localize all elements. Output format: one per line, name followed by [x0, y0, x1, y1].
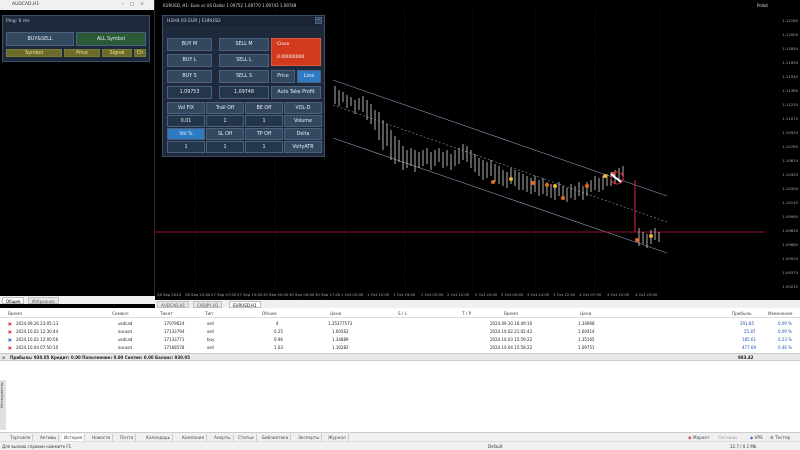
left-tabs: Общие Избранное — [0, 296, 155, 304]
tab-experts[interactable]: Эксперты — [296, 434, 323, 441]
ping-label: Ping: 0 ms — [6, 19, 30, 24]
deal-icon: ▣ — [8, 321, 12, 326]
market-button[interactable]: ◉ Маркет — [686, 434, 711, 441]
tab-assets[interactable]: Активы — [38, 434, 60, 441]
buy-l-button[interactable]: BUY L — [167, 54, 212, 67]
volume-button[interactable]: Volume — [284, 115, 322, 127]
tab-favorites[interactable]: Избранное — [28, 297, 59, 304]
tab-articles[interactable]: Статьи — [236, 434, 257, 441]
price-button[interactable]: Price — [271, 70, 295, 83]
status-profile: Default — [488, 444, 503, 449]
trail-input[interactable]: 1 — [206, 115, 244, 127]
tab-calendar[interactable]: Календарь — [144, 434, 174, 441]
buy-s-button[interactable]: BUY S — [167, 70, 212, 83]
symbol-panel: Ping: 0 ms BUY&SELL ALL Symbol Symbol Pr… — [2, 15, 150, 62]
col-price: Price — [64, 49, 100, 57]
all-symbol-button[interactable]: ALL Symbol — [76, 32, 146, 46]
table-row[interactable]: ▣ 2024.10.04 07:50:10 eurusd 17168578 se… — [8, 345, 798, 352]
tab-cadjpy[interactable]: CADJPY,H1 — [193, 301, 223, 308]
sell-s-button[interactable]: SELL S — [219, 70, 269, 83]
col-ch: Ch — [134, 49, 146, 57]
table-row[interactable]: ▣ 2024.09.26 23:05:13 usdcad 17079624 se… — [8, 321, 798, 328]
tab-trade[interactable]: Торговля — [8, 434, 34, 441]
sell-m-button[interactable]: SELL M — [219, 38, 269, 51]
tester-button[interactable]: ⚙ Тестер — [768, 434, 792, 441]
chart-tabs: AUDCAD,H1 CADJPY,H1 EURUSD,H1 — [155, 300, 800, 308]
summary-row: ⊖ Прибыль: 930.05 Кредит: 0.00 Пополнени… — [0, 353, 800, 361]
tp-off-button[interactable]: TP Off — [245, 128, 283, 140]
vol-d-button[interactable]: VOL-D — [284, 102, 322, 114]
tab-mail[interactable]: Почта — [118, 434, 137, 441]
delta-button[interactable]: Delta — [284, 128, 322, 140]
left-chart-window: AUDCAD,H1 –□× Ping: 0 ms BUY&SELL ALL Sy… — [0, 0, 155, 304]
col-symbol: Symbol — [6, 49, 62, 57]
window-controls[interactable]: –□× — [122, 0, 150, 10]
status-bar: Для вызова справки нажмите F1 Default 12… — [0, 441, 800, 450]
window-title: AUDCAD,H1 — [12, 2, 40, 7]
summary-icon: ⊖ — [2, 355, 6, 360]
market-icon: ◉ — [688, 435, 692, 440]
be-input[interactable]: 1 — [245, 115, 283, 127]
vps-button[interactable]: ◆ VPS — [748, 434, 765, 441]
trade-marker-icon — [610, 171, 624, 185]
table-row[interactable]: ▣ 2024.10.02 12:30:44 eurusd 17133794 se… — [8, 329, 798, 336]
be-off-button[interactable]: BE Off — [245, 102, 283, 114]
status-network: 12.7 / 0.1 Mb — [730, 444, 757, 449]
deal-icon: ▣ — [8, 345, 12, 350]
loss-button[interactable]: Loss — [297, 70, 321, 83]
minimize-button[interactable]: – — [315, 17, 322, 24]
tab-company[interactable]: Компания — [180, 434, 207, 441]
vol-pct-button[interactable]: Vol % — [167, 128, 205, 140]
deal-icon: ▣ — [8, 329, 12, 334]
toolbox-history: Время Символ Тикет Тип Объем Цена S / L … — [0, 308, 800, 432]
panel-header: H2H4 03 EUR | EURUSD – — [163, 16, 324, 26]
tester-icon: ⚙ — [770, 435, 774, 440]
sl-off-button[interactable]: SL Off — [206, 128, 244, 140]
trade-panel: H2H4 03 EUR | EURUSD – BUY M SELL M BUY … — [162, 15, 325, 157]
vps-icon: ◆ — [750, 435, 754, 440]
vol-fix-button[interactable]: Vol FIX — [167, 102, 205, 114]
sell-l-button[interactable]: SELL L — [219, 54, 269, 67]
status-help: Для вызова справки нажмите F1 — [2, 444, 72, 449]
close-button[interactable]: Close 0.00000000 — [271, 38, 321, 66]
tab-eurusd[interactable]: EURUSD,H1 — [229, 301, 261, 308]
tab-history[interactable]: История — [62, 434, 86, 441]
buy-sell-button[interactable]: BUY&SELL — [6, 32, 74, 46]
toolbox-tabs: Торговля Активы История Новости Почта Ка… — [0, 432, 800, 441]
volty-atr-button[interactable]: VoltyATR — [284, 141, 322, 153]
left-window-titlebar[interactable]: AUDCAD,H1 –□× — [0, 0, 154, 10]
bid-display: 1.09753 — [167, 86, 212, 99]
tp-input[interactable]: 1 — [245, 141, 283, 153]
vol-pct-input[interactable]: 1 — [167, 141, 205, 153]
tab-general[interactable]: Общие — [2, 297, 25, 304]
trail-off-button[interactable]: Trail Off — [206, 102, 244, 114]
toolbox-side-tab[interactable]: Инструменты — [0, 380, 6, 430]
tab-news[interactable]: Новости — [90, 434, 114, 441]
vol-input[interactable]: 0.01 — [167, 115, 205, 127]
tab-audcad[interactable]: AUDCAD,H1 — [157, 301, 190, 308]
tab-library[interactable]: Библиотека — [260, 434, 292, 441]
ask-display: 1.09748 — [219, 86, 269, 99]
signals-button[interactable]: Сигналы — [716, 434, 739, 441]
history-header-row: Время Символ Тикет Тип Объем Цена S / L … — [0, 308, 800, 318]
sl-input[interactable]: 1 — [206, 141, 244, 153]
deal-icon: ▣ — [8, 337, 12, 342]
col-signal: Signal — [102, 49, 132, 57]
auto-tp-button[interactable]: Auto Take Profit — [271, 86, 321, 99]
tab-journal[interactable]: Журнал — [326, 434, 349, 441]
tab-alerts[interactable]: Алерты — [212, 434, 234, 441]
buy-m-button[interactable]: BUY M — [167, 38, 212, 51]
table-row[interactable]: ▣ 2024.10.02 12:00:56 usdcad 17133771 bu… — [8, 337, 798, 344]
